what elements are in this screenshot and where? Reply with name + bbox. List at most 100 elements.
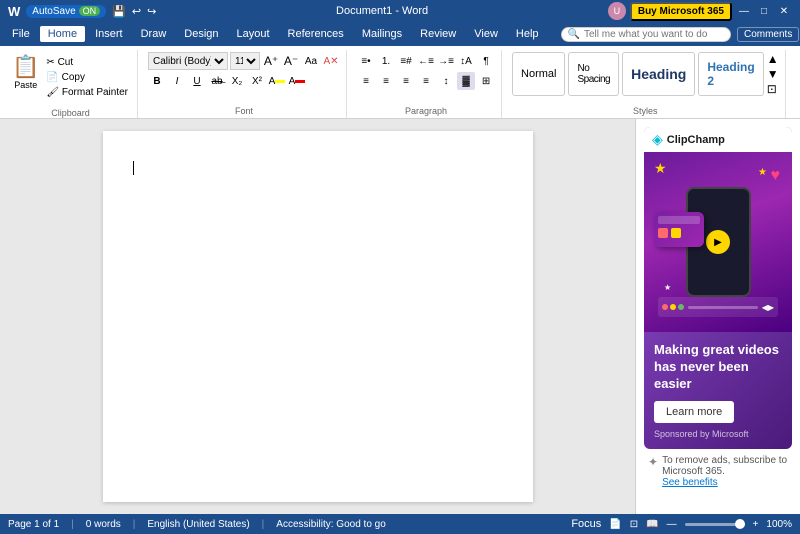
remove-ads-text: To remove ads, subscribe to Microsoft 36…: [662, 455, 787, 477]
titlebar-left: W AutoSave ON 💾 ↩ ↪: [8, 4, 156, 19]
ad-sponsor: Sponsored by Microsoft: [654, 429, 782, 439]
save-icon[interactable]: 💾: [112, 5, 126, 18]
justify-button[interactable]: ≡: [417, 72, 435, 90]
language-status: English (United States): [147, 519, 249, 530]
style-no-spacing-button[interactable]: No Spacing: [568, 52, 619, 96]
styles-area: Normal No Spacing Heading Heading 2 ▲ ▼ …: [512, 52, 779, 96]
replace-button[interactable]: ⇄ Replace: [796, 71, 800, 86]
undo-icon[interactable]: ↩: [132, 5, 141, 18]
select-button[interactable]: ↙ Select: [796, 88, 800, 103]
clipboard-group: 📋 Paste ✂ Cut 📄 Copy 🖌 Format Painter Cl…: [4, 50, 138, 118]
copy-button[interactable]: 📄 Copy: [43, 71, 131, 84]
style-heading2-button[interactable]: Heading 2: [698, 52, 763, 96]
font-color-button[interactable]: A: [288, 72, 306, 90]
menu-insert[interactable]: Insert: [87, 26, 131, 42]
editing-group: 🔍 Find ⇄ Replace ↙ Select Editing: [790, 50, 800, 118]
view-read-icon[interactable]: 📖: [646, 519, 658, 530]
format-painter-button[interactable]: 🖌 Format Painter: [43, 86, 131, 99]
style-normal-button[interactable]: Normal: [512, 52, 565, 96]
tell-me-input[interactable]: [584, 29, 724, 40]
paste-icon[interactable]: 📋: [12, 54, 39, 80]
subscript-button[interactable]: X₂: [228, 72, 246, 90]
menu-help[interactable]: Help: [508, 26, 547, 42]
learn-more-button[interactable]: Learn more: [654, 401, 734, 423]
grow-font-button[interactable]: A⁺: [262, 52, 280, 70]
see-benefits-link[interactable]: See benefits: [662, 477, 788, 488]
menu-draw[interactable]: Draw: [133, 26, 175, 42]
user-avatar[interactable]: U: [608, 2, 626, 20]
menu-view[interactable]: View: [466, 26, 506, 42]
borders-button[interactable]: ⊞: [477, 72, 495, 90]
timeline-bar: ◀▶: [658, 297, 778, 317]
view-layout-icon[interactable]: ⊡: [630, 519, 638, 530]
page-info: Page 1 of 1: [8, 519, 59, 530]
menu-layout[interactable]: Layout: [229, 26, 278, 42]
document-page[interactable]: [103, 131, 533, 502]
document-area: [0, 119, 635, 514]
highlight-button[interactable]: A: [268, 72, 286, 90]
menu-design[interactable]: Design: [176, 26, 226, 42]
redo-icon[interactable]: ↪: [147, 5, 156, 18]
autosave-state: ON: [79, 6, 101, 16]
paste-label[interactable]: Paste: [14, 80, 37, 90]
strikethrough-button[interactable]: ab̶: [208, 72, 226, 90]
ad-visual: ★ ★ ★ ▶ ♥: [644, 152, 792, 332]
separator-3: |: [262, 519, 265, 530]
zoom-slider[interactable]: [685, 523, 745, 526]
align-right-button[interactable]: ≡: [397, 72, 415, 90]
para-row1: ≡• 1. ≡# ←≡ →≡ ↕A ¶: [357, 52, 495, 70]
bullets-button[interactable]: ≡•: [357, 52, 375, 70]
maximize-button[interactable]: □: [756, 3, 772, 19]
autosave-label: AutoSave: [32, 6, 75, 17]
sort-button[interactable]: ↕A: [457, 52, 475, 70]
superscript-button[interactable]: X²: [248, 72, 266, 90]
style-normal-label: Normal: [521, 68, 556, 80]
tell-me-area[interactable]: 🔍: [561, 27, 731, 42]
change-case-button[interactable]: Aa: [302, 52, 320, 70]
accessibility-status: Accessibility: Good to go: [276, 519, 386, 530]
focus-button[interactable]: Focus: [571, 518, 601, 530]
menu-file[interactable]: File: [4, 26, 38, 42]
star-icon-1: ★: [654, 160, 667, 177]
find-button[interactable]: 🔍 Find: [796, 54, 800, 69]
sidebar: ◈ ClipChamp ★ ★ ★ ▶ ♥: [635, 119, 800, 514]
menu-mailings[interactable]: Mailings: [354, 26, 410, 42]
menu-references[interactable]: References: [280, 26, 352, 42]
comments-button[interactable]: Comments: [737, 27, 799, 42]
style-heading1-button[interactable]: Heading: [622, 52, 695, 96]
decrease-indent-button[interactable]: ←≡: [417, 52, 435, 70]
align-center-button[interactable]: ≡: [377, 72, 395, 90]
menu-review[interactable]: Review: [412, 26, 464, 42]
line-spacing-button[interactable]: ↕: [437, 72, 455, 90]
close-button[interactable]: ✕: [776, 3, 792, 19]
show-formatting-button[interactable]: ¶: [477, 52, 495, 70]
numbering-button[interactable]: 1.: [377, 52, 395, 70]
clear-format-button[interactable]: A✕: [322, 52, 340, 70]
buy-button[interactable]: Buy Microsoft 365: [630, 2, 732, 21]
autosave-toggle[interactable]: AutoSave ON: [26, 5, 106, 18]
statusbar-left: Page 1 of 1 | 0 words | English (United …: [8, 519, 386, 530]
bold-button[interactable]: B: [148, 72, 166, 90]
paragraph-label: Paragraph: [405, 106, 447, 116]
styles-scroll[interactable]: ▲ ▼ ⊡: [767, 52, 779, 96]
clipchamp-logo-icon: ◈: [652, 131, 663, 148]
minimize-button[interactable]: —: [736, 3, 752, 19]
shading-button[interactable]: ▓: [457, 72, 475, 90]
increase-indent-button[interactable]: →≡: [437, 52, 455, 70]
separator-1: |: [71, 519, 74, 530]
italic-button[interactable]: I: [168, 72, 186, 90]
zoom-out-button[interactable]: —: [667, 519, 677, 530]
ad-card: ◈ ClipChamp ★ ★ ★ ▶ ♥: [644, 127, 792, 449]
font-size-select[interactable]: 11: [230, 52, 260, 70]
zoom-in-button[interactable]: +: [753, 519, 759, 530]
cut-button[interactable]: ✂ Cut: [43, 56, 131, 69]
shrink-font-button[interactable]: A⁻: [282, 52, 300, 70]
menu-home[interactable]: Home: [40, 26, 85, 42]
view-normal-icon[interactable]: 📄: [609, 519, 621, 530]
multilevel-button[interactable]: ≡#: [397, 52, 415, 70]
align-left-button[interactable]: ≡: [357, 72, 375, 90]
styles-group: Normal No Spacing Heading Heading 2 ▲ ▼ …: [506, 50, 786, 118]
underline-button[interactable]: U: [188, 72, 206, 90]
font-family-select[interactable]: Calibri (Body): [148, 52, 228, 70]
styles-label: Styles: [633, 106, 658, 116]
